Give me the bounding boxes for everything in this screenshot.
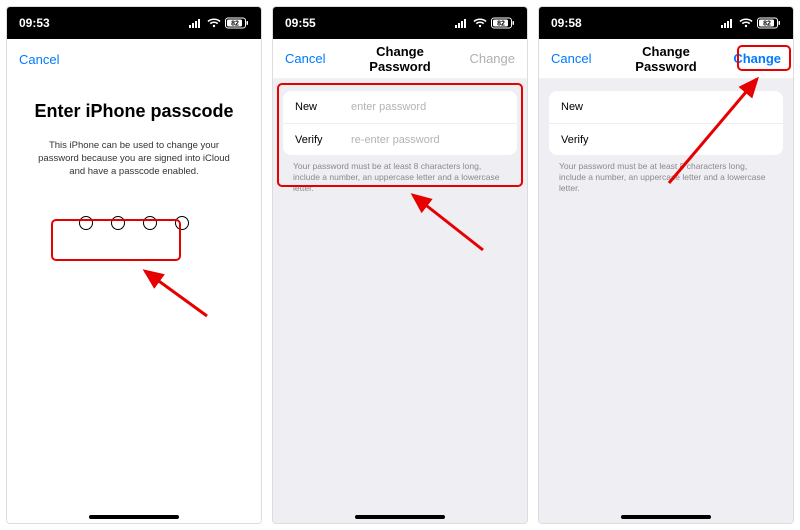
passcode-dot <box>111 216 125 230</box>
signal-icon <box>721 18 735 28</box>
content-area: New enter password Verify re-enter passw… <box>273 79 527 523</box>
status-indicators: 82 <box>721 17 781 29</box>
battery-level: 82 <box>231 21 239 28</box>
wifi-icon <box>207 18 221 28</box>
home-indicator[interactable] <box>621 515 711 519</box>
change-button[interactable]: Change <box>455 51 515 66</box>
svg-text:82: 82 <box>497 21 505 28</box>
annotation-arrow-icon <box>127 261 227 331</box>
notch <box>635 13 697 31</box>
wifi-icon <box>473 18 487 28</box>
phone-screen-1: 09:53 82 Cancel Enter iPhone passcode Th… <box>6 6 262 524</box>
status-bar: 09:58 82 <box>539 7 793 39</box>
passcode-dot <box>79 216 93 230</box>
content-area: Enter iPhone passcode This iPhone can be… <box>7 79 261 523</box>
signal-icon <box>189 18 203 28</box>
cancel-button[interactable]: Cancel <box>551 51 611 66</box>
status-time: 09:55 <box>285 16 316 30</box>
passcode-dot <box>175 216 189 230</box>
new-password-label: New <box>561 101 617 113</box>
verify-password-label: Verify <box>295 134 351 146</box>
change-button[interactable]: Change <box>721 51 781 66</box>
signal-icon <box>455 18 469 28</box>
new-password-row[interactable]: New <box>549 91 783 123</box>
home-indicator[interactable] <box>355 515 445 519</box>
password-hint: Your password must be at least 8 charact… <box>539 155 793 194</box>
status-indicators: 82 <box>189 17 249 29</box>
nav-bar: Cancel Change Password Change <box>539 39 793 79</box>
verify-password-label: Verify <box>561 134 617 146</box>
password-form: New Verify <box>549 91 783 155</box>
verify-password-input[interactable]: re-enter password <box>351 134 505 146</box>
page-title: Enter iPhone passcode <box>25 101 243 122</box>
content-area: New Verify Your password must be at leas… <box>539 79 793 523</box>
verify-password-row[interactable]: Verify re-enter password <box>283 123 517 155</box>
battery-icon: 82 <box>225 17 249 29</box>
battery-icon: 82 <box>491 17 515 29</box>
new-password-label: New <box>295 101 351 113</box>
battery-icon: 82 <box>757 17 781 29</box>
nav-bar: Cancel <box>7 39 261 79</box>
cancel-button[interactable]: Cancel <box>285 51 345 66</box>
status-indicators: 82 <box>455 17 515 29</box>
new-password-row[interactable]: New enter password <box>283 91 517 123</box>
passcode-input[interactable] <box>25 206 243 240</box>
new-password-input[interactable]: enter password <box>351 101 505 113</box>
password-form: New enter password Verify re-enter passw… <box>283 91 517 155</box>
notch <box>369 13 431 31</box>
home-indicator[interactable] <box>89 515 179 519</box>
passcode-dot <box>143 216 157 230</box>
annotation-arrow-icon <box>393 185 503 265</box>
phone-screen-2: 09:55 82 Cancel Change Password Change N… <box>272 6 528 524</box>
nav-title: Change Password <box>611 44 721 74</box>
status-bar: 09:55 82 <box>273 7 527 39</box>
status-time: 09:53 <box>19 16 50 30</box>
page-description: This iPhone can be used to change your p… <box>25 140 243 178</box>
cancel-button[interactable]: Cancel <box>19 52 79 67</box>
svg-text:82: 82 <box>763 21 771 28</box>
nav-title: Change Password <box>345 44 455 74</box>
wifi-icon <box>739 18 753 28</box>
status-bar: 09:53 82 <box>7 7 261 39</box>
password-hint: Your password must be at least 8 charact… <box>273 155 527 194</box>
notch <box>103 13 165 31</box>
status-time: 09:58 <box>551 16 582 30</box>
verify-password-row[interactable]: Verify <box>549 123 783 155</box>
phone-screen-3: 09:58 82 Cancel Change Password Change N… <box>538 6 794 524</box>
nav-bar: Cancel Change Password Change <box>273 39 527 79</box>
